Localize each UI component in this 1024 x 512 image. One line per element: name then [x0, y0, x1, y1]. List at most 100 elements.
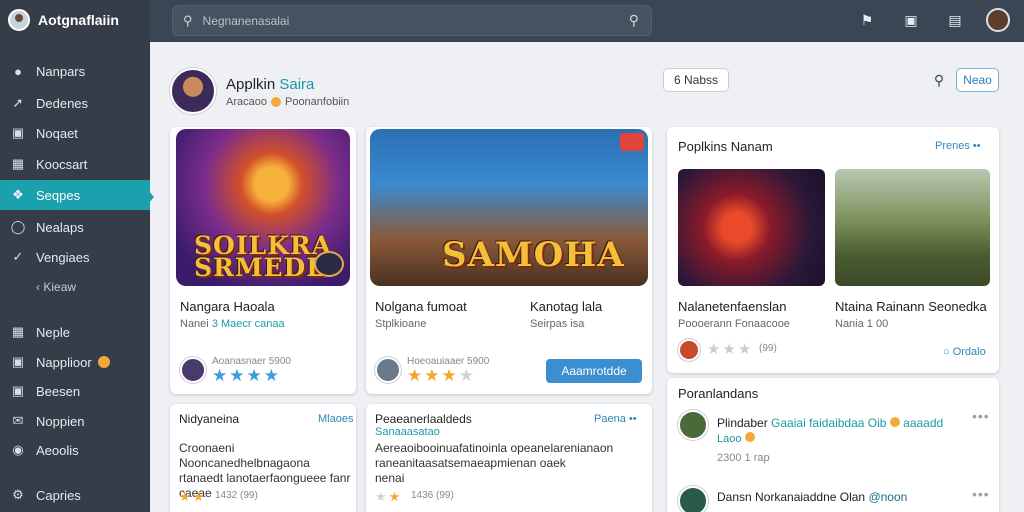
game-emblem	[314, 251, 344, 277]
review-title: Peaeanerlaaldeds	[375, 412, 472, 426]
sidebar-item-noppien[interactable]: ✉ Noppien	[0, 406, 150, 436]
sidebar-item-label: Koocsart	[36, 156, 88, 172]
more-options-icon[interactable]: •••	[972, 408, 990, 424]
star-icon: ★	[388, 489, 401, 504]
review-more-link[interactable]: Mlaoes	[318, 413, 353, 425]
sidebar-item-seqpes[interactable]: ❖ Seqpes	[0, 180, 150, 210]
sidebar-item-capries[interactable]: ⚙ Capries	[0, 480, 150, 510]
bookmark-icon[interactable]: ⚑	[858, 11, 876, 29]
notification-badge	[97, 356, 110, 368]
sidebar-item-label: Beesen	[36, 383, 81, 399]
sidebar-item-nealaps[interactable]: ◯ Nealaps	[0, 212, 150, 242]
sidebar-item-vengiaes[interactable]: ✓ Vengiaes	[0, 242, 150, 272]
check-icon: ✓	[12, 249, 24, 264]
app-logo	[8, 9, 30, 31]
sidebar-item-dedenes[interactable]: ➚ Dedenes	[0, 88, 150, 118]
see-more-text: Prenes	[935, 140, 970, 152]
star-icon: ★	[246, 366, 262, 385]
game-hero-title: SOILKRA SRMEDE	[194, 231, 333, 282]
sidebar-item-aeoolis[interactable]: ◉ Aeoolis	[0, 435, 150, 465]
rating-stars: ★ ★	[375, 488, 400, 505]
notification-icon[interactable]: ⚲	[930, 71, 948, 89]
sidebar-item-label: Noppien	[36, 413, 85, 429]
game-card-featured[interactable]: SAMOHA Nolgana fumoat Stplkioane Kanotag…	[366, 127, 652, 394]
calendar-icon: ▦	[11, 156, 25, 171]
compass-icon: ❖	[12, 187, 24, 202]
more-options-icon[interactable]: •••	[972, 486, 990, 502]
user-avatar[interactable]	[986, 8, 1010, 32]
chevron-left-icon: ‹	[36, 280, 40, 294]
profile-avatar[interactable]	[170, 68, 216, 114]
sidebar-item-label: Nealaps	[36, 219, 84, 235]
install-button[interactable]: Aaamrotdde	[546, 359, 642, 383]
sidebar-item-koocsart[interactable]: ▦ Koocsart	[0, 149, 150, 179]
search-box[interactable]: ⚲ Negnanenasalai ⚲	[172, 5, 652, 36]
review-more-link[interactable]: Paena ••	[594, 413, 637, 425]
top-bar: ⚲ Negnanenasalai ⚲ ⚑ ▣ ▤	[150, 0, 1024, 42]
sidebar-item-label: Nanpars	[36, 63, 86, 79]
star-icon: ★	[263, 366, 279, 385]
friend-time: 2300 1 rap	[717, 452, 770, 464]
sidebar-sub-label: Kieaw	[43, 280, 77, 294]
popular-image[interactable]	[678, 169, 825, 286]
star-icon: ★	[407, 366, 423, 385]
game-subtitle: Stplkioane	[375, 318, 427, 330]
friend-name: Plindaber	[717, 416, 768, 430]
friend-avatar[interactable]	[678, 410, 708, 440]
game-card[interactable]: SOILKRA SRMEDE Nangara Haoala Nanei 3 Ma…	[170, 127, 356, 394]
popular-item-title: Nalanetenfaenslan	[678, 299, 787, 314]
app-name: Aotgnaflaiin	[38, 12, 119, 28]
game-title: Nolgana fumoat	[375, 299, 467, 314]
review-card: Peaeanerlaaldeds Sanaaasatao Paena •• Ae…	[366, 404, 652, 512]
clock-icon: ◯	[10, 219, 26, 234]
rating-stars: ★ ★ ★	[707, 341, 751, 358]
search-submit-icon[interactable]: ⚲	[629, 12, 639, 29]
sidebar-item-beesen[interactable]: ▣ Beesen	[0, 376, 150, 406]
header-filter-button[interactable]: 6 Nabss	[663, 68, 729, 92]
game-subtitle-accent: 3 Maecr canaa	[211, 318, 285, 330]
friend-avatar[interactable]	[678, 486, 708, 512]
app-brand[interactable]: Aotgnaflaiin	[0, 0, 150, 40]
home-icon: ●	[14, 63, 22, 79]
sidebar-item-label: Vengiaes	[36, 249, 90, 265]
review-meta: 1432 (99)	[215, 490, 258, 501]
popular-image[interactable]	[835, 169, 990, 286]
star-empty-icon: ★	[375, 489, 387, 504]
star-icon: ★	[212, 366, 228, 385]
friend-entry[interactable]: Dansn Norkanaiaddne Olan @noon	[717, 490, 907, 504]
star-icon: ★	[229, 366, 245, 385]
friends-panel: Poranlandans Plindaber Gaaiai faidaibdaa…	[667, 378, 999, 512]
popular-item-link[interactable]: ○ Ordalo	[943, 346, 986, 358]
sidebar-item-noqaet[interactable]: ▣ Noqaet	[0, 118, 150, 148]
review-body: Aereaoibooinuafatinoinla opeanelareniana…	[375, 441, 614, 485]
rating-stars: ★ ★	[179, 488, 204, 505]
save-icon[interactable]: ▣	[902, 11, 920, 29]
friend-extra: Laoo	[717, 432, 755, 445]
popular-item-link-text: Ordalo	[952, 346, 986, 358]
sidebar-item-napplioor[interactable]: ▣ Napplioor	[0, 347, 150, 377]
review-title: Nidyaneina	[179, 412, 240, 426]
sidebar-item-neple[interactable]: ▦ Neple	[0, 317, 150, 347]
sidebar-item-label: Aeoolis	[36, 442, 79, 458]
see-more-link[interactable]: Prenes ••	[935, 140, 981, 152]
game-subtitle-secondary: Seirpas isa	[530, 318, 585, 330]
subtitle-suffix: Poonanfobiin	[284, 96, 350, 108]
globe-icon: ◉	[12, 442, 24, 457]
friend-entry[interactable]: Plindaber Gaaiai faidaibdaa Oib aaaadd	[717, 416, 943, 430]
sidebar-sub-link[interactable]: ‹ Kieaw	[36, 280, 76, 294]
popular-item-sub: Poooerann Fonaacooe	[678, 318, 790, 330]
sidebar-item-label: Capries	[36, 487, 81, 503]
subtitle-prefix: Aracaoo	[226, 96, 267, 108]
new-button[interactable]: Neao	[956, 68, 999, 92]
game-title: Nangara Haoala	[180, 299, 275, 314]
star-empty-icon: ★	[458, 366, 474, 385]
friend-name: Dansn Norkanaiaddne Olan	[717, 490, 866, 504]
sidebar-item-nanpars[interactable]: ● Nanpars	[0, 56, 150, 86]
search-input[interactable]: Negnanenasalai	[203, 14, 290, 28]
creator-avatar[interactable]	[678, 339, 700, 361]
developer-avatar[interactable]	[180, 357, 206, 383]
inbox-icon[interactable]: ▤	[946, 11, 964, 29]
developer-avatar[interactable]	[375, 357, 401, 383]
sidebar-item-label: Dedenes	[36, 95, 89, 111]
star-icon: ★	[179, 489, 191, 504]
